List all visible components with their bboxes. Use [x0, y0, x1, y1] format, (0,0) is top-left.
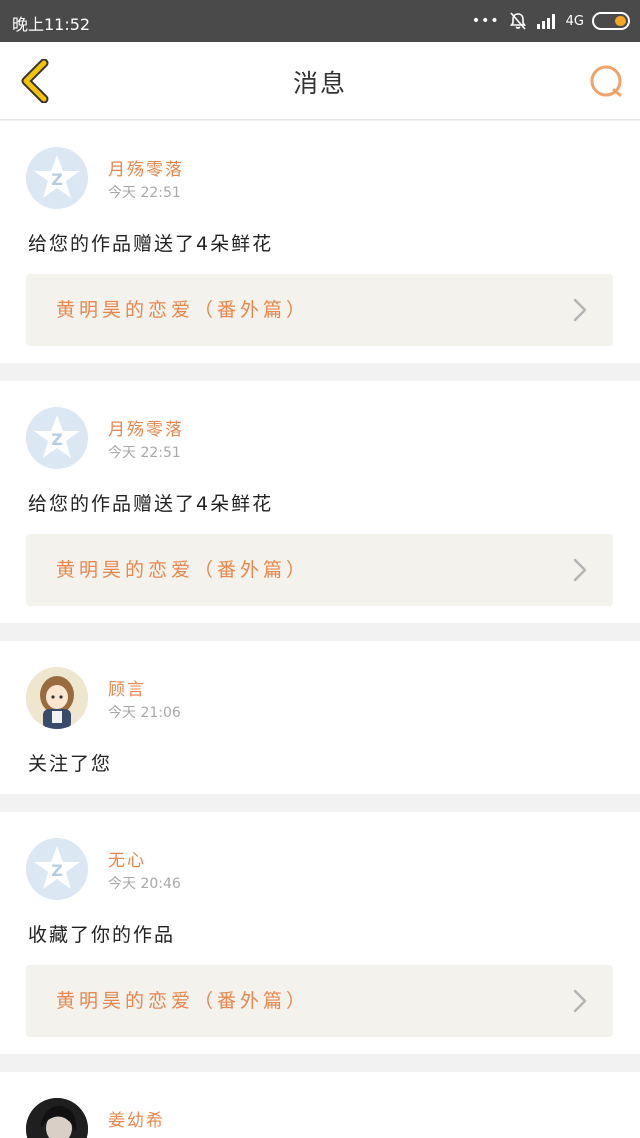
avatar[interactable]: [26, 1098, 88, 1138]
username[interactable]: 无心: [108, 846, 146, 871]
message-text: 给您的作品赠送了4朵鲜花: [28, 493, 274, 515]
search-button[interactable]: [586, 62, 626, 102]
chevron-right-icon: [573, 558, 587, 582]
message-card: 姜幼希: [0, 1072, 640, 1138]
message-card: Z 无心 今天 20:46 收藏了你的作品 黄明昊的恋爱（番外篇）: [0, 812, 640, 1054]
message-card: Z 月殇零落 今天 22:51 给您的作品赠送了4朵鲜花 黄明昊的恋爱（番外篇）: [0, 121, 640, 363]
username[interactable]: 月殇零落: [108, 415, 184, 440]
avatar[interactable]: [26, 667, 88, 729]
chevron-right-icon: [573, 989, 587, 1013]
message-text: 收藏了你的作品: [28, 924, 176, 946]
work-title: 黄明昊的恋爱（番外篇）: [56, 990, 310, 1012]
battery-icon: [592, 12, 630, 30]
default-avatar-star-icon: Z: [34, 846, 80, 889]
username[interactable]: 顾言: [108, 675, 146, 700]
work-title: 黄明昊的恋爱（番外篇）: [56, 299, 310, 321]
search-icon: [590, 65, 622, 97]
timestamp: 今天 21:06: [108, 705, 181, 721]
more-dots-icon: •••: [471, 13, 500, 29]
anime-girl-avatar-icon: [26, 667, 88, 729]
svg-text:Z: Z: [51, 430, 63, 449]
message-card: Z 月殇零落 今天 22:51 给您的作品赠送了4朵鲜花 黄明昊的恋爱（番外篇）: [0, 381, 640, 623]
battery-level: [615, 16, 626, 26]
svg-text:Z: Z: [51, 170, 63, 189]
username[interactable]: 姜幼希: [108, 1106, 165, 1131]
network-type: 4G: [565, 13, 584, 29]
work-link[interactable]: 黄明昊的恋爱（番外篇）: [26, 534, 613, 606]
message-card: 顾言 今天 21:06 关注了您: [0, 641, 640, 794]
nav-bar: 消息: [0, 42, 640, 120]
photo-avatar-icon: [26, 1098, 88, 1138]
page-title: 消息: [292, 69, 347, 98]
status-icons: ••• 4G: [472, 10, 630, 32]
message-text: 给您的作品赠送了4朵鲜花: [28, 233, 274, 255]
timestamp: 今天 20:46: [108, 876, 181, 892]
svg-text:Z: Z: [51, 861, 63, 880]
username[interactable]: 月殇零落: [108, 155, 184, 180]
chevron-right-icon: [573, 298, 587, 322]
default-avatar-star-icon: Z: [34, 155, 80, 198]
bell-muted-icon: [509, 12, 526, 30]
default-avatar-star-icon: Z: [34, 415, 80, 458]
timestamp: 今天 22:51: [108, 185, 181, 201]
status-time: 晚上11:52: [12, 15, 91, 34]
work-link[interactable]: 黄明昊的恋爱（番外篇）: [26, 965, 613, 1037]
work-link[interactable]: 黄明昊的恋爱（番外篇）: [26, 274, 613, 346]
avatar[interactable]: Z: [26, 147, 88, 209]
message-text: 关注了您: [28, 753, 113, 775]
status-bar: 晚上11:52 ••• 4G: [0, 0, 640, 42]
timestamp: 今天 22:51: [108, 445, 181, 461]
avatar[interactable]: Z: [26, 838, 88, 900]
signal-icon: [536, 14, 555, 29]
work-title: 黄明昊的恋爱（番外篇）: [56, 559, 310, 581]
avatar[interactable]: Z: [26, 407, 88, 469]
